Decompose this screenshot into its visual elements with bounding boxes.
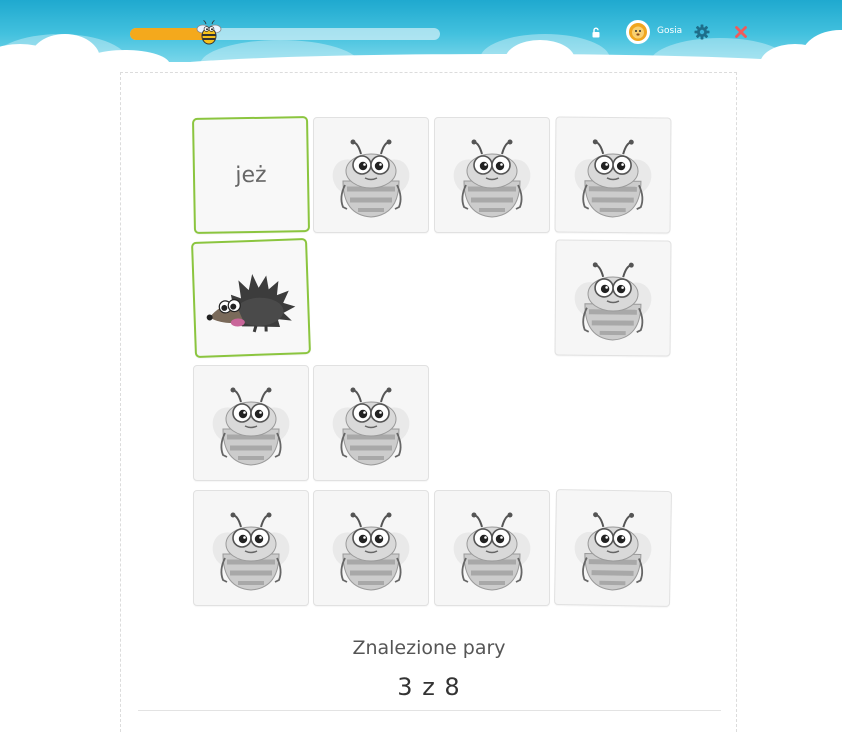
- card-revealed-picture[interactable]: [191, 238, 311, 358]
- bee-icon: [332, 387, 410, 466]
- bee-icon: [332, 139, 410, 218]
- card-revealed-word[interactable]: jeż: [191, 115, 311, 235]
- found-pairs-label: Znalezione pary: [352, 637, 506, 659]
- lock-icon[interactable]: [590, 26, 602, 38]
- bee-icon: [574, 262, 652, 341]
- card-hidden[interactable]: [313, 490, 429, 606]
- card-hidden[interactable]: [313, 117, 429, 233]
- progress-bar: [130, 20, 440, 45]
- hedgehog-icon: [206, 273, 296, 333]
- bee-icon: [453, 512, 531, 591]
- found-pairs-count: 3 z 8: [397, 673, 461, 701]
- cloud-decoration: [800, 30, 842, 62]
- user-name[interactable]: Gosia: [657, 26, 682, 36]
- bee-icon: [574, 512, 652, 591]
- close-icon[interactable]: [733, 24, 749, 40]
- bee-icon: [212, 512, 290, 591]
- bee-progress-icon: [194, 17, 224, 47]
- bee-icon: [212, 387, 290, 466]
- card-hidden[interactable]: [554, 116, 672, 234]
- bee-icon: [574, 139, 652, 218]
- card-word: jeż: [235, 162, 267, 188]
- card-hidden[interactable]: [193, 490, 309, 606]
- card-hidden[interactable]: [553, 488, 673, 608]
- card-hidden[interactable]: [193, 365, 309, 481]
- card-hidden[interactable]: [313, 365, 429, 481]
- top-bar: Gosia: [0, 0, 842, 62]
- bee-icon: [453, 139, 531, 218]
- gear-icon[interactable]: [693, 23, 711, 41]
- divider: [138, 710, 721, 711]
- card-hidden[interactable]: [434, 490, 550, 606]
- card-hidden[interactable]: [434, 117, 550, 233]
- bee-icon: [332, 512, 410, 591]
- card-hidden[interactable]: [554, 239, 672, 357]
- lion-avatar-icon[interactable]: [625, 19, 651, 45]
